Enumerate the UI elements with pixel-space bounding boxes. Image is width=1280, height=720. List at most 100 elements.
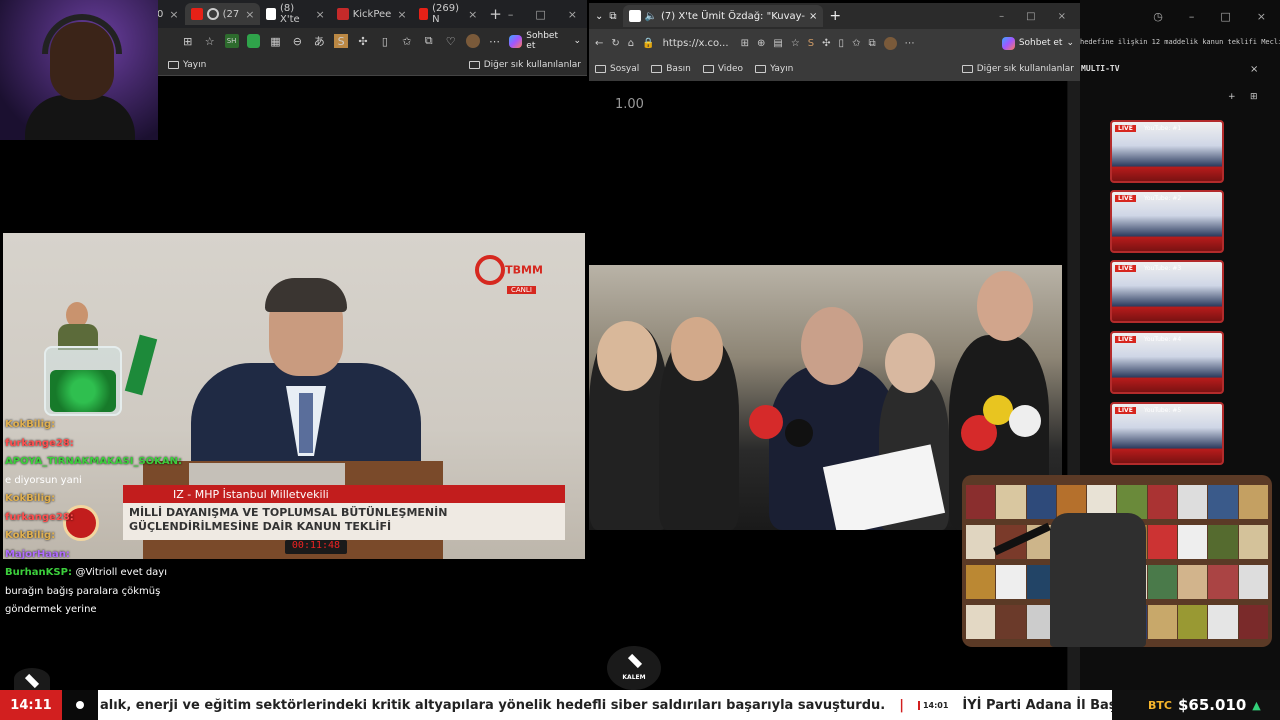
maximize-icon[interactable]: □ — [1026, 11, 1035, 22]
minimize-icon[interactable]: – — [508, 8, 514, 21]
favorite-folder-basin[interactable]: Basın — [651, 64, 691, 74]
sidebar-icon[interactable]: ▯ — [378, 34, 392, 48]
split-screen-icon[interactable]: ⊞ — [181, 34, 195, 48]
tv-thumbnail[interactable]: LIVE YouTube: #3 — [1110, 260, 1224, 323]
extension-icon[interactable]: S — [808, 38, 814, 49]
address-bar[interactable]: https://x.co... — [663, 38, 733, 49]
collections-icon[interactable]: ⧉ — [422, 34, 436, 48]
chat-username[interactable]: MajorHaan: — [5, 549, 70, 560]
zoom-icon[interactable]: ⊕ — [757, 38, 765, 49]
favorite-folder-sosyal[interactable]: Sosyal — [595, 64, 639, 74]
avatar[interactable] — [883, 36, 897, 50]
live-badge: CANLI — [507, 286, 536, 294]
read-icon[interactable]: ▤ — [773, 38, 782, 49]
tab-kick[interactable]: KickPee × — [331, 3, 413, 25]
other-favorites[interactable]: Diğer sık kullanılanlar — [961, 64, 1074, 74]
home-icon[interactable]: ⌂ — [628, 38, 634, 49]
minimize-icon[interactable]: – — [999, 11, 1004, 22]
tv-thumbnail[interactable]: LIVE YouTube: #2 — [1110, 190, 1224, 253]
tab-x-ozdag[interactable]: 🔈 (7) X'te Ümit Özdağ: "Kuvay- × — [622, 5, 824, 27]
favorites-icon[interactable]: ✩ — [400, 34, 414, 48]
tab-actions-icon[interactable]: ⧉ — [609, 11, 616, 22]
extension-icon[interactable]: SH — [224, 34, 239, 48]
close-window-icon[interactable]: × — [568, 8, 577, 21]
chat-message: KokBilig: — [5, 527, 205, 546]
tv-thumbnail[interactable]: LIVE YouTube: #4 — [1110, 331, 1224, 394]
minimize-icon[interactable]: – — [1189, 10, 1195, 23]
puzzle-icon[interactable]: ✣ — [822, 38, 830, 49]
extension-icon[interactable]: ▦ — [268, 34, 282, 48]
new-tab-button[interactable]: + — [483, 3, 508, 25]
chat-message: MajorHaan: — [5, 546, 205, 565]
chat-username[interactable]: KokBilig: — [5, 419, 55, 430]
translate-icon[interactable]: あ — [312, 34, 326, 48]
favorite-folder-video[interactable]: Video — [702, 64, 743, 74]
headset-icon — [42, 14, 122, 54]
folder-icon — [755, 65, 767, 73]
puzzle-icon[interactable]: ✣ — [356, 34, 370, 48]
arrow-up-icon: ▲ — [1252, 698, 1261, 712]
extension-icon[interactable]: ♡ — [444, 34, 458, 48]
multi-tv-title: MULTI-TV — [1081, 64, 1120, 73]
favorite-star-icon[interactable]: ☆ — [203, 34, 217, 48]
add-channel-icon[interactable]: + — [1228, 92, 1236, 102]
favorites-icon[interactable]: ✩ — [852, 38, 860, 49]
close-tab-icon[interactable]: × — [468, 8, 477, 21]
folder-icon — [961, 65, 973, 73]
live-badge: LIVE — [1115, 125, 1136, 132]
chat-username[interactable]: KokBilig: — [5, 493, 55, 504]
headline-1: alık, enerji ve eğitim sektörlerindeki k… — [100, 697, 886, 713]
headline-time: 14:01 — [917, 700, 948, 710]
chat-username[interactable]: BurhanKSP: — [5, 567, 72, 578]
chat-username[interactable]: APOYA_TIRNAKMAKASI_SOKAN: — [5, 456, 182, 467]
speaker-icon[interactable]: 🔈 — [645, 11, 657, 22]
sohbet-button[interactable]: Sohbet et ⌄ — [1001, 36, 1074, 50]
favorite-folder-yayin[interactable]: Yayın — [168, 60, 206, 70]
more-options-icon[interactable]: ⋯ — [488, 34, 502, 48]
headline-2: İYİ Parti Adana İl Başkanı Batur Eroğlu,… — [962, 697, 1112, 713]
thumbnail-source: YouTube: #5 — [1144, 407, 1182, 414]
donation-jar-overlay — [36, 300, 158, 420]
close-tab-icon[interactable]: × — [316, 8, 325, 21]
maximize-icon[interactable]: □ — [535, 8, 545, 21]
close-tab-icon[interactable]: × — [397, 8, 406, 21]
chat-message: göndermek yerine — [5, 601, 205, 620]
maximize-icon[interactable]: □ — [1220, 10, 1230, 23]
chevron-down-icon[interactable]: ⌄ — [595, 11, 603, 22]
refresh-icon[interactable]: ↻ — [611, 38, 619, 49]
chat-username[interactable]: KokBilig: — [5, 530, 55, 541]
new-tab-button[interactable]: + — [829, 8, 841, 24]
pen-tool-button[interactable] — [14, 668, 50, 690]
more-options-icon[interactable]: ⋯ — [905, 38, 915, 49]
kalem-button[interactable]: KALEM — [607, 646, 661, 690]
extension-icon[interactable] — [246, 34, 261, 48]
close-window-icon[interactable]: × — [1058, 11, 1066, 22]
tv-thumbnail[interactable]: LIVE YouTube: #1 — [1110, 120, 1224, 183]
close-panel-icon[interactable]: × — [1250, 64, 1258, 75]
sidebar-icon[interactable]: ▯ — [839, 38, 845, 49]
grid-icon[interactable]: ⊞ — [1250, 92, 1258, 102]
avatar[interactable] — [465, 34, 480, 48]
sohbet-button[interactable]: Sohbet et ⌄ — [509, 31, 581, 51]
close-tab-icon[interactable]: × — [245, 8, 254, 21]
favorite-star-icon[interactable]: ☆ — [791, 38, 800, 49]
tab-youtube-269[interactable]: (269) N × — [413, 3, 484, 25]
ticker-time: 14:11 — [0, 690, 62, 720]
extension-icon[interactable]: S — [334, 34, 349, 48]
tab-x-8[interactable]: (8) X'te × — [260, 3, 330, 25]
favorite-folder-yayin[interactable]: Yayın — [755, 64, 793, 74]
other-favorites[interactable]: Diğer sık kullanılanlar — [468, 60, 581, 70]
extension-icon[interactable]: ⊖ — [290, 34, 304, 48]
collections-icon[interactable]: ⧉ — [868, 38, 875, 49]
tab-youtube-27[interactable]: (27 × — [184, 3, 261, 25]
right-tab-bar: ⌄ ⧉ 🔈 (7) X'te Ümit Özdağ: "Kuvay- × + –… — [589, 3, 1080, 29]
close-window-icon[interactable]: × — [1257, 10, 1266, 23]
close-tab-icon[interactable]: × — [169, 8, 178, 21]
chat-username[interactable]: furkange28: — [5, 512, 74, 523]
tv-thumbnail[interactable]: LIVE YouTube: #5 — [1110, 402, 1224, 465]
close-tab-icon[interactable]: × — [809, 11, 817, 22]
split-screen-icon[interactable]: ⊞ — [741, 38, 749, 49]
back-icon[interactable]: ← — [595, 38, 603, 49]
chat-username[interactable]: furkange28: — [5, 438, 74, 449]
history-icon[interactable]: ◷ — [1153, 10, 1163, 23]
